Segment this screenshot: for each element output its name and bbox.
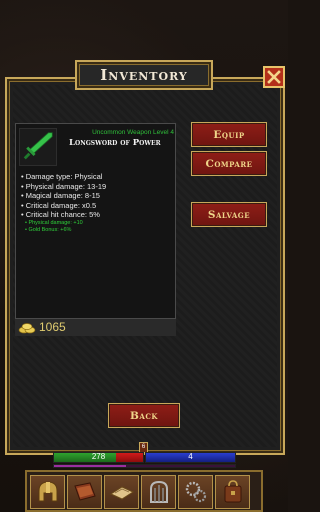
back-button[interactable]: Back	[108, 403, 180, 428]
stat-line: • Magical damage: 8-15	[21, 191, 100, 200]
item-tier: Uncommon Weapon Level 4	[92, 129, 174, 136]
stat-line: • Critical damage: x0.5	[21, 200, 97, 210]
item-details-card: Uncommon Weapon Level 4 Longsword of Pow…	[15, 123, 176, 336]
stat-line: • Critical hit chance: 5%	[21, 210, 100, 219]
equip-label: Equip	[213, 128, 245, 141]
dungeon-tab-button[interactable]	[141, 475, 176, 509]
inventory-tab-button[interactable]	[215, 475, 250, 509]
sword-icon	[23, 132, 53, 160]
spellbook-icon	[73, 482, 96, 501]
bonus-line: • Physical damage: +10	[25, 219, 83, 226]
salvage-button[interactable]: Salvage	[191, 202, 267, 227]
salvage-label: Salvage	[207, 208, 251, 221]
stat-line: • Damage type: Physical	[21, 172, 103, 181]
compare-label: Compare	[205, 157, 253, 170]
health-value: 278	[91, 452, 106, 461]
item-icon-slot	[19, 128, 57, 166]
experience-bar-fill	[54, 465, 127, 467]
back-label: Back	[130, 409, 158, 422]
gold-row: 1065	[15, 318, 176, 336]
gold-amount: 1065	[39, 320, 66, 334]
map-tab-button[interactable]	[104, 475, 139, 509]
item-stats: • Damage type: Physical • Physical damag…	[21, 172, 171, 235]
gate-icon	[149, 480, 168, 503]
map-icon	[109, 486, 134, 500]
equipment-tab-button[interactable]	[30, 475, 65, 509]
close-icon	[267, 70, 281, 84]
window-title: Inventory	[100, 66, 188, 84]
compare-button[interactable]: Compare	[191, 151, 267, 176]
equip-button[interactable]: Equip	[191, 122, 267, 147]
mana-value: 4	[188, 452, 193, 461]
helmet-icon	[38, 481, 57, 502]
health-bar: 278	[53, 452, 144, 463]
mana-bar: 4	[145, 452, 236, 463]
title-plate: Inventory	[75, 60, 213, 90]
gears-icon	[185, 481, 206, 503]
close-button[interactable]	[263, 66, 285, 88]
player-status-bars: 278 4	[53, 452, 236, 469]
stat-line: • Physical damage: 13-19	[21, 181, 107, 191]
gold-coins-icon	[18, 323, 36, 334]
experience-bar	[53, 464, 236, 468]
spellbook-tab-button[interactable]	[67, 475, 102, 509]
bag-icon	[224, 480, 241, 503]
item-name: Longsword of Power	[69, 138, 161, 148]
bonus-line: • Gold Bonus: +6%	[25, 227, 72, 233]
settings-tab-button[interactable]	[178, 475, 213, 509]
bottom-toolbar	[25, 470, 263, 512]
